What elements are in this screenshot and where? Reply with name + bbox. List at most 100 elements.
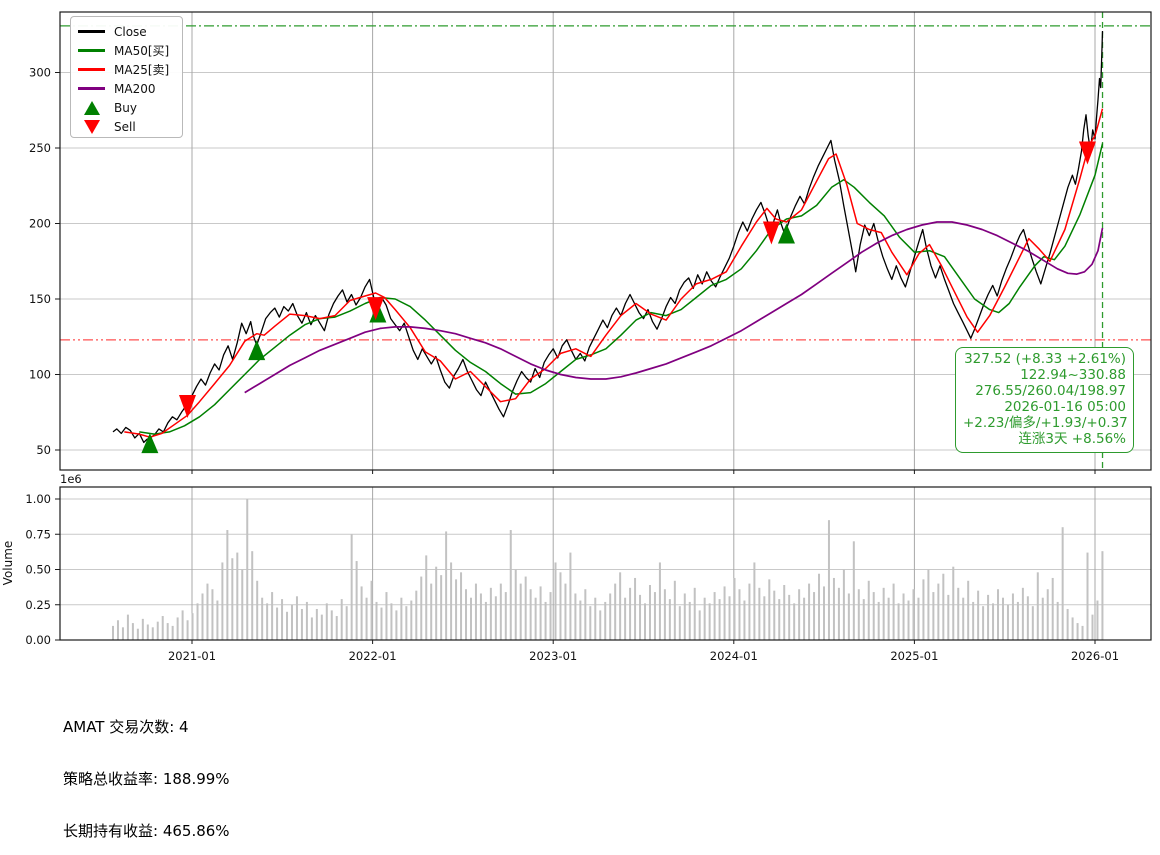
volume-bar — [559, 572, 562, 640]
volume-y-tick-label: 0.25 — [25, 598, 51, 612]
volume-bar — [360, 586, 363, 640]
volume-bar — [827, 520, 830, 640]
volume-bar — [584, 589, 587, 640]
volume-bar — [813, 592, 816, 640]
volume-bar — [201, 593, 204, 640]
volume-bar — [410, 600, 413, 640]
volume-bar — [196, 603, 199, 640]
volume-bar — [469, 597, 472, 640]
buy-triangle-icon — [78, 100, 105, 115]
volume-bar — [365, 597, 368, 640]
price-y-tick-label: 100 — [29, 368, 51, 382]
volume-bar — [246, 499, 249, 640]
price-y-tick-label: 250 — [29, 141, 51, 155]
volume-bar — [544, 601, 547, 640]
volume-bar — [465, 589, 468, 640]
volume-bar — [579, 600, 582, 640]
volume-bar — [758, 587, 761, 640]
volume-bar — [803, 597, 806, 640]
volume-bar — [529, 589, 532, 640]
volume-bar — [295, 596, 298, 640]
volume-bar — [703, 597, 706, 640]
x-tick-label: 2024-01 — [710, 649, 758, 663]
volume-bar — [569, 552, 572, 640]
annotation-last-price: 327.52 (+8.33 +2.61%) — [964, 351, 1126, 367]
volume-bar — [375, 601, 378, 640]
volume-bar — [494, 596, 497, 640]
legend-item-ma200: MA200 — [78, 79, 182, 98]
volume-bar — [524, 576, 527, 640]
volume-bar — [131, 623, 134, 640]
volume-bar — [952, 566, 955, 640]
volume-bar — [947, 594, 950, 640]
volume-bar — [1096, 600, 1099, 640]
volume-bar — [1091, 614, 1094, 640]
volume-bar — [400, 597, 403, 640]
volume-bar — [653, 592, 656, 640]
volume-axis-title: Volume — [1, 540, 15, 586]
legend-item-buy: Buy — [78, 98, 182, 117]
volume-bar — [166, 623, 169, 640]
volume-bar — [549, 592, 552, 640]
volume-bar — [355, 561, 358, 640]
price-y-tick-label: 200 — [29, 217, 51, 231]
volume-bar — [887, 597, 890, 640]
volume-bar — [1036, 572, 1039, 640]
volume-bar — [1101, 551, 1104, 640]
volume-bar — [474, 583, 477, 640]
volume-bar — [350, 534, 353, 640]
volume-bar — [479, 593, 482, 640]
volume-bar — [330, 610, 333, 640]
volume-bar — [430, 583, 433, 640]
volume-bar — [1061, 527, 1064, 640]
volume-bar — [126, 614, 129, 640]
volume-y-tick-label: 0.00 — [25, 633, 51, 647]
volume-bar — [534, 597, 537, 640]
volume-bar — [241, 569, 244, 640]
volume-bar — [852, 541, 855, 640]
annotation-streak: 连涨3天 +8.56% — [1018, 431, 1126, 448]
volume-bar — [733, 577, 736, 640]
legend-label: MA200 — [114, 81, 156, 96]
volume-bar — [290, 604, 293, 640]
volume-bar — [892, 583, 895, 640]
volume-bar — [753, 562, 756, 640]
volume-bar — [614, 583, 617, 640]
annotation-range: 122.94~330.88 — [1020, 367, 1126, 384]
close-line-swatch — [78, 30, 105, 33]
volume-bar — [1071, 617, 1074, 640]
volume-bar — [599, 610, 602, 640]
volume-bar — [445, 531, 448, 640]
volume-bar — [320, 614, 323, 640]
volume-bar — [589, 606, 592, 640]
volume-bar — [1056, 601, 1059, 640]
volume-bar — [778, 599, 781, 640]
volume-bar — [385, 592, 388, 640]
volume-bar — [619, 572, 622, 640]
volume-bar — [877, 601, 880, 640]
volume-bar — [161, 616, 164, 640]
volume-bar — [788, 594, 791, 640]
volume-bar — [271, 592, 274, 640]
legend-item-ma25: MA25[卖] — [78, 60, 182, 79]
volume-bar — [708, 603, 711, 640]
volume-bar — [822, 586, 825, 640]
volume-bar — [932, 592, 935, 640]
x-tick-label: 2023-01 — [529, 649, 577, 663]
ma50-line-swatch — [78, 49, 105, 52]
annotation-levels: 276.55/260.04/198.97 — [975, 383, 1126, 400]
price-y-tick-label: 300 — [29, 66, 51, 80]
volume-bar — [1081, 625, 1084, 640]
volume-bar — [872, 592, 875, 640]
volume-bar — [1021, 587, 1024, 640]
volume-bar — [380, 607, 383, 640]
volume-bar — [1086, 552, 1089, 640]
volume-bar — [276, 607, 279, 640]
volume-bar — [693, 587, 696, 640]
volume-bar — [1006, 604, 1009, 640]
volume-bar — [917, 597, 920, 640]
volume-bar — [992, 603, 995, 640]
volume-bar — [604, 601, 607, 640]
legend-item-ma50: MA50[买] — [78, 41, 182, 60]
annotation-datetime: 2026-01-16 05:00 — [1004, 399, 1126, 416]
